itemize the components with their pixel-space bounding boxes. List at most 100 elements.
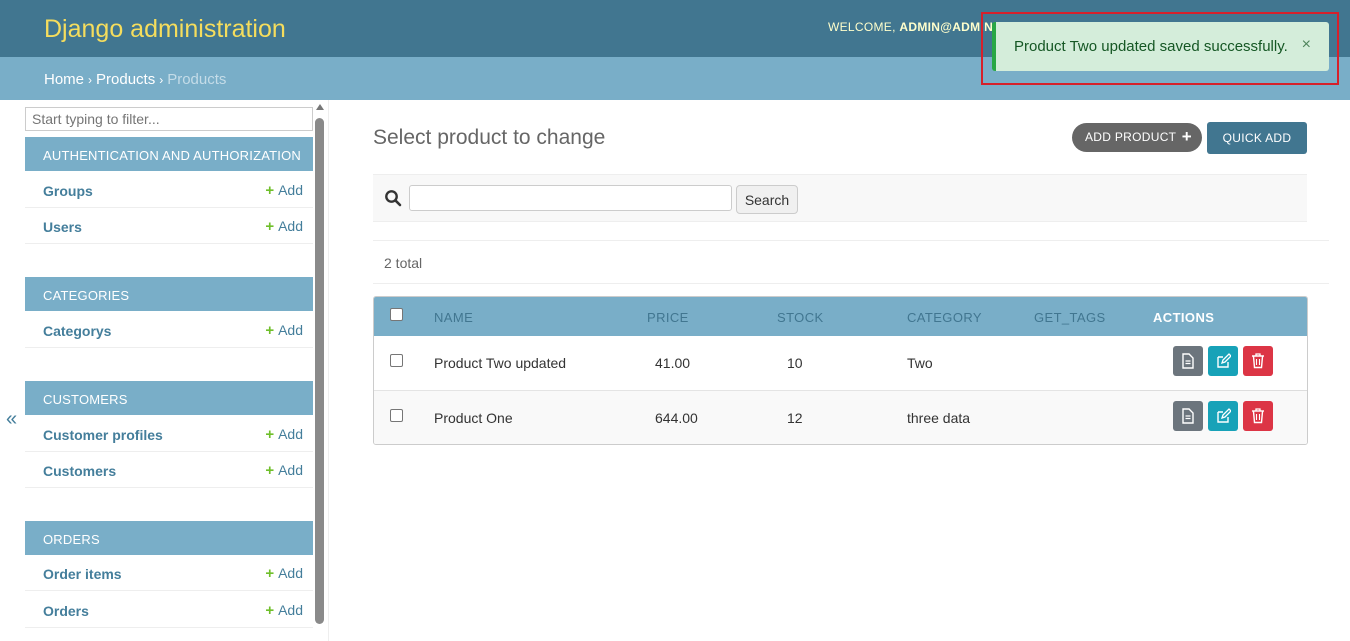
sidebar-item-users[interactable]: Users + Add: [25, 208, 313, 244]
sidebar-item-label[interactable]: Users: [43, 219, 82, 235]
column-header-actions: ACTIONS: [1153, 310, 1215, 325]
add-link[interactable]: + Add: [265, 565, 303, 582]
success-toast: Product Two updated saved successfully. …: [992, 22, 1329, 71]
sidebar-item-label[interactable]: Order items: [43, 566, 122, 582]
cell-category: Two: [907, 355, 933, 371]
sidebar-item-customers[interactable]: Customers + Add: [25, 452, 313, 488]
cell-category: three data: [907, 410, 971, 426]
breadcrumb-current: Products: [167, 71, 227, 88]
table-row: Product One 644.00 12 three data: [374, 391, 1307, 444]
add-label: Add: [278, 218, 303, 234]
column-header-get-tags: GET_TAGS: [1034, 310, 1106, 325]
cell-price: 644.00: [655, 410, 698, 426]
nav-sidebar: AUTHENTICATION AND AUTHORIZATION Groups …: [24, 100, 329, 641]
add-product-label: ADD PRODUCT: [1085, 130, 1177, 144]
plus-icon: +: [265, 182, 275, 199]
cell-stock: 10: [787, 355, 803, 371]
plus-icon: +: [265, 462, 275, 479]
sidebar-item-groups[interactable]: Groups + Add: [25, 172, 313, 208]
plus-icon: +: [265, 426, 275, 443]
add-link[interactable]: + Add: [265, 602, 303, 619]
delete-button[interactable]: [1243, 346, 1273, 376]
edit-button[interactable]: [1208, 401, 1238, 431]
plus-icon: +: [265, 218, 275, 235]
trash-icon: [1252, 353, 1264, 369]
cell-price: 41.00: [655, 355, 691, 371]
sidebar-item-label[interactable]: Categorys: [43, 323, 111, 339]
site-brand[interactable]: Django administration: [44, 15, 286, 44]
document-icon: [1182, 353, 1194, 369]
results-table: NAME PRICE STOCK CATEGORY GET_TAGS ACTIO…: [373, 296, 1308, 445]
sidebar-filter-input[interactable]: [25, 107, 313, 131]
sidebar-item-customer-profiles[interactable]: Customer profiles + Add: [25, 416, 313, 452]
welcome-label: WELCOME,: [828, 20, 896, 34]
row-actions: [1140, 391, 1307, 444]
search-input[interactable]: [409, 185, 732, 211]
close-icon[interactable]: ×: [1302, 36, 1311, 54]
search-button[interactable]: Search: [736, 185, 798, 214]
add-link[interactable]: + Add: [265, 426, 303, 443]
add-label: Add: [278, 565, 303, 581]
row-actions: [1140, 336, 1307, 391]
collapse-sidebar-button[interactable]: «: [6, 408, 17, 431]
sidebar-item-categorys[interactable]: Categorys + Add: [25, 312, 313, 348]
sidebar-item-label[interactable]: Customers: [43, 463, 116, 479]
add-link[interactable]: + Add: [265, 182, 303, 199]
add-label: Add: [278, 322, 303, 338]
breadcrumb-separator: ›: [159, 73, 164, 87]
add-label: Add: [278, 426, 303, 442]
select-all-checkbox[interactable]: [390, 308, 403, 321]
search-icon: [385, 190, 402, 207]
page-title: Select product to change: [373, 126, 606, 149]
result-count-bar: 2 total: [373, 240, 1329, 284]
scrollbar-thumb[interactable]: [315, 118, 324, 624]
trash-icon: [1252, 408, 1264, 424]
column-header-category[interactable]: CATEGORY: [907, 310, 982, 325]
row-checkbox[interactable]: [390, 354, 403, 367]
plus-icon: +: [265, 322, 275, 339]
table-header: NAME PRICE STOCK CATEGORY GET_TAGS ACTIO…: [374, 297, 1307, 336]
quick-add-button[interactable]: QUICK ADD: [1207, 122, 1307, 154]
breadcrumb-separator: ›: [88, 73, 93, 87]
scroll-up-arrow-icon[interactable]: [316, 104, 324, 110]
add-link[interactable]: + Add: [265, 462, 303, 479]
module-header-orders[interactable]: ORDERS: [25, 521, 313, 555]
view-button[interactable]: [1173, 401, 1203, 431]
cell-name[interactable]: Product One: [434, 410, 513, 426]
module-header-customers[interactable]: CUSTOMERS: [25, 381, 313, 415]
sidebar-item-orders[interactable]: Orders + Add: [25, 592, 313, 628]
search-toolbar: Search: [373, 174, 1307, 222]
result-count: 2 total: [384, 255, 423, 271]
plus-icon: +: [265, 602, 275, 619]
module-header-auth[interactable]: AUTHENTICATION AND AUTHORIZATION: [25, 137, 313, 171]
add-label: Add: [278, 462, 303, 478]
plus-icon: +: [265, 565, 275, 582]
edit-icon: [1217, 408, 1231, 423]
sidebar-item-label[interactable]: Customer profiles: [43, 427, 163, 443]
toast-message: Product Two updated saved successfully.: [1014, 38, 1288, 55]
module-header-categories[interactable]: CATEGORIES: [25, 277, 313, 311]
add-label: Add: [278, 182, 303, 198]
table-row: Product Two updated 41.00 10 Two: [374, 336, 1307, 391]
sidebar-item-order-items[interactable]: Order items + Add: [25, 555, 313, 591]
delete-button[interactable]: [1243, 401, 1273, 431]
column-header-stock[interactable]: STOCK: [777, 310, 824, 325]
sidebar-scrollbar[interactable]: [315, 104, 325, 641]
sidebar-item-label[interactable]: Orders: [43, 603, 89, 619]
column-header-name[interactable]: NAME: [434, 310, 473, 325]
row-checkbox[interactable]: [390, 409, 403, 422]
document-icon: [1182, 408, 1194, 424]
breadcrumb-home[interactable]: Home: [44, 71, 84, 88]
cell-name[interactable]: Product Two updated: [434, 355, 566, 371]
cell-stock: 12: [787, 410, 803, 426]
sidebar-item-label[interactable]: Groups: [43, 183, 93, 199]
breadcrumb-app[interactable]: Products: [96, 71, 155, 88]
add-link[interactable]: + Add: [265, 322, 303, 339]
add-link[interactable]: + Add: [265, 218, 303, 235]
column-header-price[interactable]: PRICE: [647, 310, 689, 325]
add-product-button[interactable]: ADD PRODUCT +: [1072, 123, 1202, 152]
edit-icon: [1217, 353, 1231, 368]
view-button[interactable]: [1173, 346, 1203, 376]
edit-button[interactable]: [1208, 346, 1238, 376]
add-label: Add: [278, 602, 303, 618]
